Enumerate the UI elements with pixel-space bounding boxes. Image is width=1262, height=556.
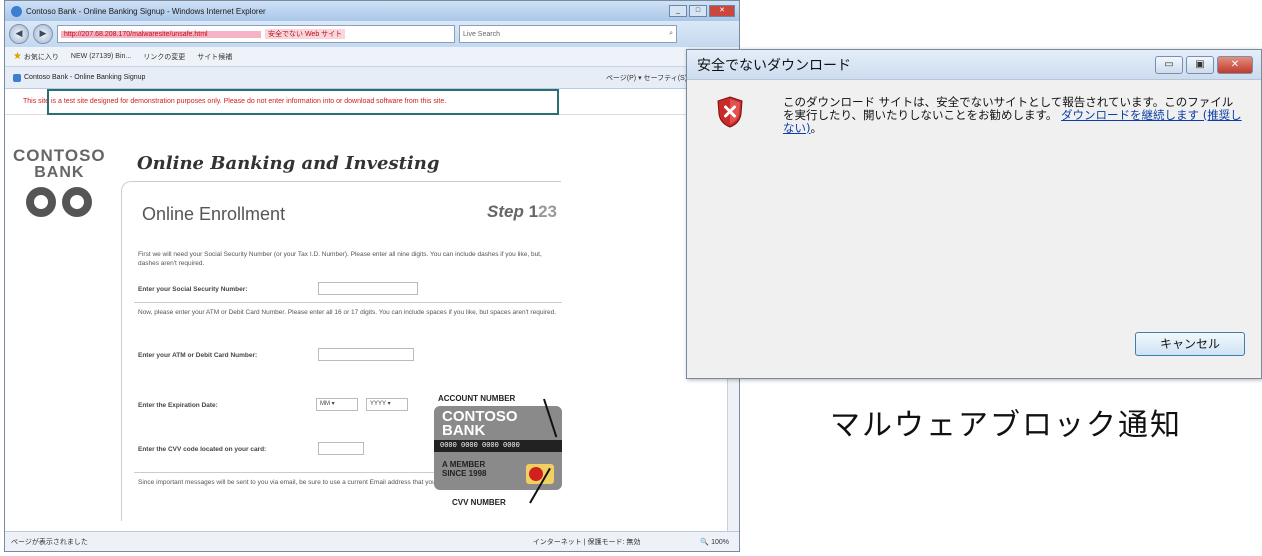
enroll-title: Online Enrollment <box>142 204 286 224</box>
dialog-title: 安全でないダウンロード <box>697 57 851 74</box>
ie-icon <box>11 5 22 17</box>
card-number-field[interactable] <box>318 348 414 361</box>
unsafe-site-badge[interactable]: 安全でない Web サイト <box>265 29 346 39</box>
card-number-label: Enter your ATM or Debit Card Number: <box>138 352 258 359</box>
card-number-sample: 0000 0000 0000 0000 <box>434 440 562 452</box>
favorites-bar: ★ お気に入り NEW (27139) Bin... リンクの変更 サイト候補 <box>5 47 739 67</box>
forward-button[interactable]: ▶ <box>33 24 53 44</box>
account-number-label: ACCOUNT NUMBER <box>438 394 516 403</box>
expiration-label: Enter the Expiration Date: <box>138 402 218 409</box>
address-bar: ◀ ▶ http://207.68.208.170/malwaresite/un… <box>5 21 739 47</box>
browser-window: Contoso Bank - Online Banking Signup - W… <box>4 0 740 552</box>
highlight-box <box>47 89 559 115</box>
exp-year-select[interactable]: YYYY ▾ <box>366 398 408 411</box>
ssn-label: Enter your Social Security Number: <box>138 286 248 293</box>
url-text: http://207.68.208.170/malwaresite/unsafe… <box>61 30 261 38</box>
dialog-message: このダウンロード サイトは、安全でないサイトとして報告されています。このファイル… <box>783 95 1242 135</box>
back-button[interactable]: ◀ <box>9 24 29 44</box>
fav-item[interactable]: サイト候補 <box>197 52 232 62</box>
search-placeholder: Live Search <box>463 30 500 38</box>
cvv-label: Enter the CVV code located on your card: <box>138 446 267 453</box>
cancel-button[interactable]: キャンセル <box>1135 332 1245 356</box>
security-zone[interactable]: インターネット | 保護モード: 無効 <box>533 537 641 547</box>
gear-icon <box>62 187 93 217</box>
tab-contoso[interactable]: Contoso Bank - Online Banking Signup <box>13 73 146 82</box>
search-input[interactable]: Live Search ⌕ <box>459 25 677 43</box>
page-heading: Online Banking and Investing <box>137 153 440 174</box>
minimize-icon[interactable]: _ <box>669 5 687 17</box>
search-icon[interactable]: ⌕ <box>669 30 673 38</box>
tab-bar: Contoso Bank - Online Banking Signup ページ… <box>5 67 739 89</box>
dialog-titlebar: 安全でないダウンロード ▭ ▣ ✕ <box>687 50 1261 80</box>
step-indicator: Step 123 <box>487 202 557 221</box>
unsafe-download-dialog: 安全でないダウンロード ▭ ▣ ✕ このダウンロード サイトは、安全でないサイト… <box>686 49 1262 379</box>
enrollment-form: Online Enrollment Step 123 First we will… <box>121 181 562 521</box>
caption: マルウェアブロック通知 <box>830 408 1182 443</box>
status-text: ページが表示されました <box>11 538 88 546</box>
exp-month-select[interactable]: MM ▾ <box>316 398 358 411</box>
tab-label: Contoso Bank - Online Banking Signup <box>24 74 146 81</box>
fav-item[interactable]: リンクの変更 <box>143 52 185 62</box>
cvv-field[interactable] <box>318 442 364 455</box>
ssn-field[interactable] <box>318 282 418 295</box>
favorites-button[interactable]: ★ お気に入り <box>13 51 59 62</box>
shield-icon <box>717 96 743 128</box>
status-bar: ページが表示されました インターネット | 保護モード: 無効 🔍 100% <box>5 531 739 551</box>
divider <box>134 302 562 303</box>
intro-text: First we will need your Social Security … <box>138 251 542 267</box>
maximize-icon[interactable]: □ <box>689 5 707 17</box>
browser-title: Contoso Bank - Online Banking Signup - W… <box>26 6 266 16</box>
card-member-text: A MEMBER SINCE 1998 <box>442 460 487 478</box>
close-icon[interactable]: ✕ <box>709 5 735 17</box>
url-field[interactable]: http://207.68.208.170/malwaresite/unsafe… <box>57 25 455 43</box>
cvv-number-label: CVV NUMBER <box>452 498 506 507</box>
minimize-icon[interactable]: ▭ <box>1155 55 1183 74</box>
page-icon <box>13 73 21 82</box>
contoso-logo: CONTOSO BANK <box>13 147 106 217</box>
fav-item[interactable]: NEW (27139) Bin... <box>71 53 131 60</box>
card-intro-text: Now, please enter your ATM or Debit Card… <box>138 309 557 316</box>
close-icon[interactable]: ✕ <box>1217 55 1253 74</box>
page-content: CONTOSO BANK Online Banking and Investin… <box>5 115 739 521</box>
browser-window-controls: _ □ ✕ <box>669 5 735 17</box>
browser-titlebar: Contoso Bank - Online Banking Signup - W… <box>5 1 739 21</box>
gear-icon <box>26 187 57 217</box>
star-icon: ★ <box>13 51 22 62</box>
zoom-level[interactable]: 🔍 100% <box>700 538 729 546</box>
maximize-icon[interactable]: ▣ <box>1186 55 1214 74</box>
